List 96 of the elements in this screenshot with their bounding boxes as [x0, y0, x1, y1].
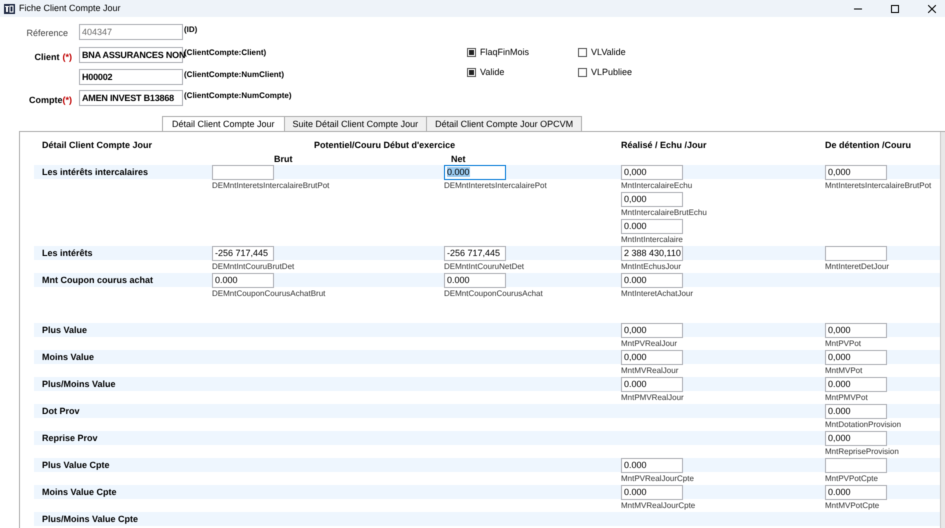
checkbox-label: FlaqFinMois: [480, 46, 530, 59]
window-title: Fiche Client Compte Jour: [19, 2, 121, 15]
tab[interactable]: Suite Détail Client Compte Jour: [284, 116, 428, 130]
text-field[interactable]: BNA ASSURANCES NON: [79, 46, 183, 62]
text-field[interactable]: 0,000: [621, 350, 683, 365]
row-label: Les intérêts intercalaires: [41, 166, 150, 179]
text-field[interactable]: 0,000: [621, 165, 683, 180]
close-icon[interactable]: [928, 4, 936, 12]
text-field[interactable]: -256 717,445: [444, 246, 506, 261]
row-label: Plus/Moins Value Cpte: [41, 513, 140, 526]
row-label: Plus Value: [41, 324, 88, 337]
field-caption: MntPVRealJourCpte: [621, 473, 695, 485]
row-label: Plus Value Cpte: [41, 459, 111, 472]
text-field[interactable]: 0.000: [212, 273, 274, 288]
text-field[interactable]: 0.000: [621, 458, 683, 473]
field-caption: MntMVRealJourCpte: [621, 500, 696, 512]
checkbox-label: VLPubliee: [591, 66, 632, 78]
field-caption: MntPMVPot: [825, 392, 869, 404]
text-field[interactable]: 0.000: [825, 485, 887, 500]
field-caption: DEMntCouponCourusAchatBrut: [212, 288, 326, 300]
field-caption: MntDotationProvision: [825, 419, 902, 431]
field-hint: (ClientCompte:NumClient): [184, 69, 284, 81]
text-field[interactable]: 0.000: [621, 485, 683, 500]
text-field[interactable]: 0,000: [621, 323, 683, 338]
text-field[interactable]: 0,000: [825, 165, 887, 180]
tab[interactable]: Détail Client Compte Jour OPCVM: [427, 116, 582, 130]
column-header: Réalisé / Echu /Jour: [621, 138, 708, 152]
checkbox[interactable]: [578, 68, 587, 77]
text-field[interactable]: AMEN INVEST B13868: [79, 90, 183, 106]
text-field[interactable]: 0,000: [825, 431, 887, 446]
field-caption: DEMntIntCouruNetDet: [444, 261, 526, 273]
field-caption: MntMVPotCpte: [825, 500, 880, 512]
text-field[interactable]: [212, 165, 274, 180]
field-label: Client: [34, 50, 60, 64]
text-field[interactable]: 0,000: [825, 323, 887, 338]
field-caption: MntPMVRealJour: [621, 392, 685, 404]
field-caption: MntInteretsIntercalaireBrutPot: [825, 180, 932, 192]
checkbox[interactable]: [578, 48, 587, 58]
field-caption: MntMVPot: [825, 365, 864, 377]
field-label: Réference: [26, 27, 68, 40]
field-caption: MntInteretAchatJour: [621, 288, 694, 300]
column-header: Brut: [274, 153, 294, 166]
text-field[interactable]: 0.000: [621, 377, 683, 392]
row-label: Mnt Coupon courus achat: [41, 274, 154, 287]
required-mark: (*): [62, 94, 72, 107]
field-caption: DEMntInteretsIntercalaireBrutPot: [212, 180, 330, 192]
row-label: Les intérêts: [41, 247, 94, 260]
required-mark: (*): [62, 50, 72, 64]
row-label: Reprise Prov: [41, 432, 99, 445]
text-field[interactable]: 0,000: [825, 350, 887, 365]
checkbox[interactable]: [467, 68, 476, 77]
field-caption: MntIntIntercalaire: [621, 234, 684, 246]
text-field[interactable]: 0.000: [825, 404, 887, 419]
app-logo-icon: [4, 4, 15, 14]
field-hint: (ID): [184, 24, 198, 36]
text-field[interactable]: 0.000: [621, 219, 683, 234]
text-field[interactable]: 404347: [79, 24, 183, 40]
checkbox-label: Valide: [480, 66, 504, 78]
text-field[interactable]: 0.000: [444, 165, 506, 180]
text-field[interactable]: 0,000: [621, 192, 683, 207]
row-label: Moins Value: [41, 351, 96, 364]
text-field[interactable]: H00002: [79, 69, 183, 85]
section-title: Détail Client Compte Jour: [42, 138, 154, 152]
column-group-header: Potentiel/Couru Début d'exercice: [314, 138, 456, 152]
field-hint: (ClientCompte:Client): [184, 46, 266, 57]
scrollbar[interactable]: [940, 132, 945, 528]
field-caption: MntIntercalaireEchu: [621, 180, 694, 192]
text-field[interactable]: 2 388 430,110: [621, 246, 683, 261]
row-label: Dot Prov: [41, 405, 81, 418]
field-caption: MntPVPotCpte: [825, 473, 879, 485]
checkbox-label: VLValide: [591, 46, 626, 59]
column-header: De détention /Couru: [825, 138, 912, 152]
text-field[interactable]: -256 717,445: [212, 246, 274, 261]
tab[interactable]: Détail Client Compte Jour: [162, 116, 285, 132]
maximize-icon[interactable]: [891, 5, 899, 13]
field-label: Compte: [29, 94, 62, 107]
field-caption: DEMntCouponCourusAchat: [444, 288, 544, 300]
field-caption: MntIntercalaireBrutEchu: [621, 207, 708, 219]
field-caption: MntPVRealJour: [621, 338, 678, 350]
field-caption: MntRepriseProvision: [825, 446, 900, 458]
field-caption: DEMntIntCouruBrutDet: [212, 261, 296, 273]
text-field[interactable]: 0.000: [825, 377, 887, 392]
column-header: Net: [451, 153, 467, 166]
text-field[interactable]: 0.000: [621, 273, 683, 288]
field-caption: MntInteretDetJour: [825, 261, 890, 273]
field-hint: (ClientCompte:NumCompte): [184, 90, 292, 102]
text-field[interactable]: 0.000: [444, 273, 506, 288]
field-caption: MntIntEchusJour: [621, 261, 682, 273]
text-field[interactable]: [825, 246, 887, 261]
field-caption: MntMVRealJour: [621, 365, 680, 377]
field-caption: DEMntInteretsIntercalairePot: [444, 180, 548, 192]
row-label: Plus/Moins Value: [41, 378, 117, 391]
text-field[interactable]: [825, 458, 887, 473]
row-label: Moins Value Cpte: [41, 486, 118, 499]
field-caption: MntPVPot: [825, 338, 862, 350]
checkbox[interactable]: [467, 48, 476, 58]
